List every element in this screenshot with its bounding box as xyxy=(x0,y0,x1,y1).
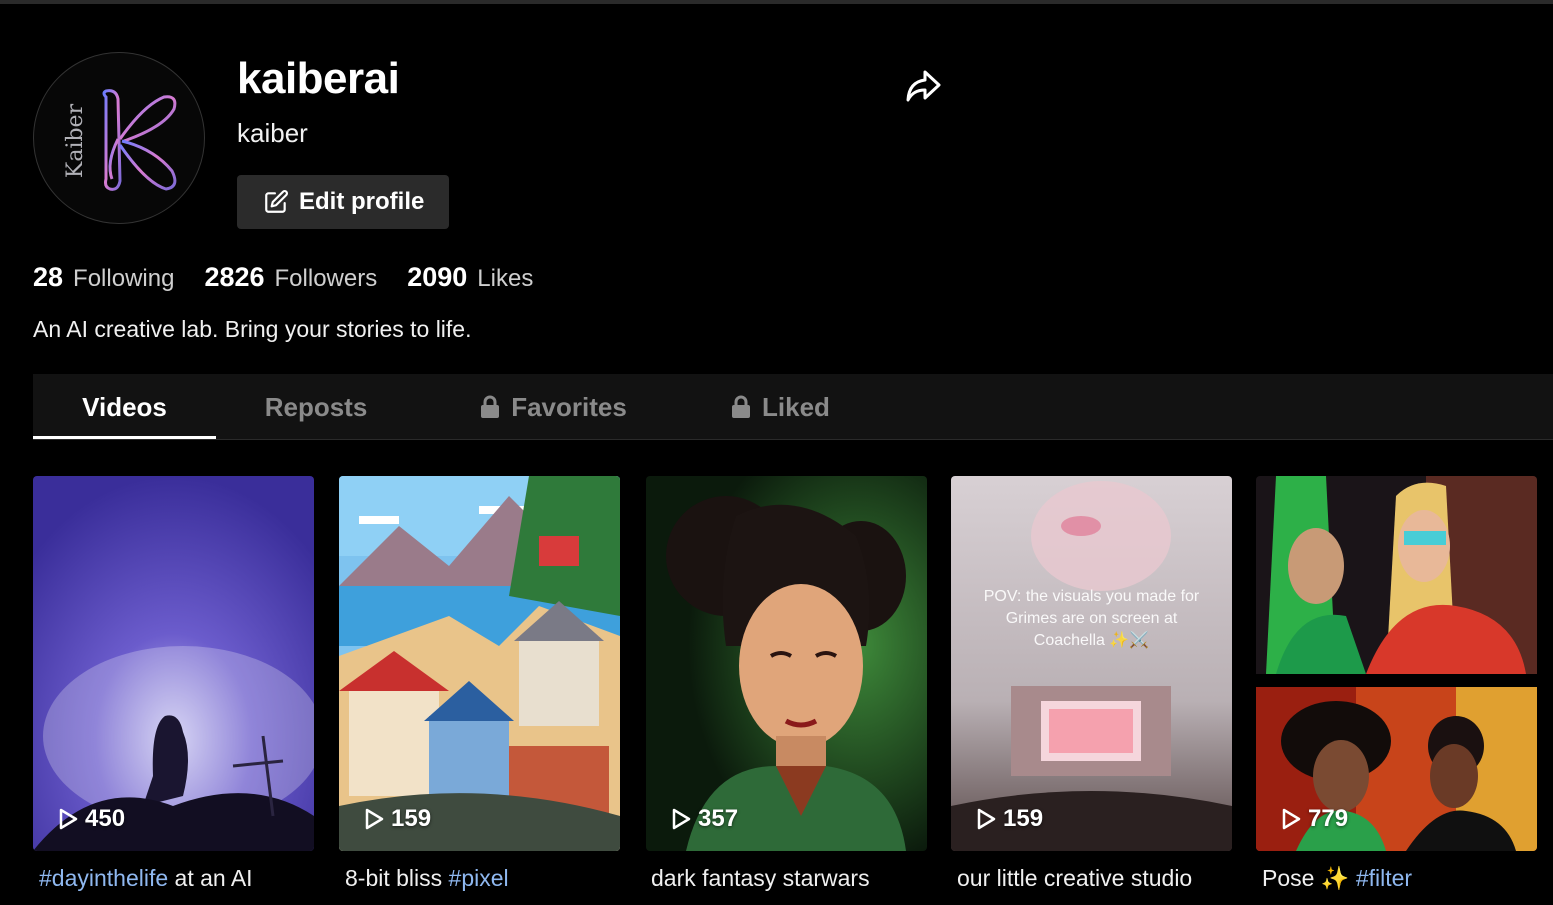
video-card[interactable]: 779 xyxy=(1256,476,1537,851)
view-count: 357 xyxy=(670,805,738,833)
video-thumbnail xyxy=(1256,476,1537,851)
view-count: 450 xyxy=(57,805,125,833)
view-count: 159 xyxy=(975,805,1043,833)
tab-liked[interactable]: Liked xyxy=(700,374,860,440)
view-count-value: 159 xyxy=(1003,805,1044,832)
top-border xyxy=(0,0,1553,4)
video-caption[interactable]: our little creative studio xyxy=(957,862,1238,894)
tab-favorites[interactable]: Favorites xyxy=(453,374,653,440)
stat-following[interactable]: 28 Following xyxy=(33,262,174,293)
likes-count: 2090 xyxy=(407,262,468,292)
view-count-value: 357 xyxy=(698,805,739,832)
caption-text: our little creative studio xyxy=(957,865,1193,891)
kaiber-logo: Kaiber xyxy=(63,89,177,191)
view-count: 779 xyxy=(1280,805,1348,833)
view-count-value: 779 xyxy=(1308,805,1349,832)
lock-icon xyxy=(730,395,752,419)
profile-bio: An AI creative lab. Bring your stories t… xyxy=(33,316,472,342)
video-card[interactable]: 450 xyxy=(33,476,314,851)
view-count: 159 xyxy=(363,805,431,833)
followers-count: 2826 xyxy=(204,262,265,292)
stat-followers[interactable]: 2826 Followers xyxy=(204,262,377,293)
play-icon xyxy=(57,807,79,831)
view-count-value: 450 xyxy=(85,805,126,832)
followers-label: Followers xyxy=(274,265,378,292)
tab-reposts[interactable]: Reposts xyxy=(216,374,416,440)
play-icon xyxy=(670,807,692,831)
play-icon xyxy=(1280,807,1302,831)
caption-text: Pose ✨ xyxy=(1262,865,1356,891)
edit-icon xyxy=(263,189,289,215)
video-card[interactable]: 357 xyxy=(646,476,927,851)
profile-tabs: Videos Reposts Favorites Liked xyxy=(33,374,1553,440)
tab-label: Liked xyxy=(762,391,830,422)
stat-likes: 2090 Likes xyxy=(407,262,533,293)
video-card[interactable]: POV: the visuals you made for Grimes are… xyxy=(951,476,1232,851)
hashtag-link[interactable]: #pixel xyxy=(449,865,509,891)
lock-icon xyxy=(479,395,501,419)
profile-stats: 28 Following 2826 Followers 2090 Likes xyxy=(33,262,563,293)
likes-label: Likes xyxy=(477,265,534,292)
avatar[interactable]: Kaiber xyxy=(33,52,205,224)
video-caption[interactable]: 8-bit bliss #pixel xyxy=(345,862,626,894)
video-overlay-text: POV: the visuals you made for Grimes are… xyxy=(983,588,1200,649)
video-caption[interactable]: Pose ✨ #filter xyxy=(1262,862,1543,894)
edit-profile-button[interactable]: Edit profile xyxy=(237,175,449,229)
avatar-wordmark: Kaiber xyxy=(63,103,88,178)
video-caption[interactable]: #dayinthelife at an AI xyxy=(39,862,320,894)
play-icon xyxy=(363,807,385,831)
caption-text: dark fantasy starwars xyxy=(651,865,870,891)
caption-text: at an AI xyxy=(168,865,253,891)
video-caption[interactable]: dark fantasy starwars xyxy=(651,862,932,894)
hashtag-link[interactable]: #filter xyxy=(1356,865,1412,891)
following-count: 28 xyxy=(33,262,64,292)
caption-text: 8-bit bliss xyxy=(345,865,449,891)
tab-label: Reposts xyxy=(264,391,368,422)
tab-label: Videos xyxy=(82,391,167,422)
following-label: Following xyxy=(73,265,175,292)
video-thumbnail xyxy=(646,476,927,851)
edit-profile-label: Edit profile xyxy=(299,188,425,215)
tab-videos[interactable]: Videos xyxy=(33,374,216,440)
video-card[interactable]: 159 xyxy=(339,476,620,851)
play-icon xyxy=(975,807,997,831)
hashtag-link[interactable]: #dayinthelife xyxy=(39,865,168,891)
video-thumbnail xyxy=(33,476,314,851)
profile-username: kaiberai xyxy=(237,54,400,103)
video-thumbnail xyxy=(951,476,1232,851)
share-icon[interactable] xyxy=(903,68,943,104)
video-thumbnail xyxy=(339,476,620,851)
profile-nickname: kaiber xyxy=(237,118,308,148)
tab-label: Favorites xyxy=(511,391,627,422)
active-tab-indicator xyxy=(33,436,216,439)
view-count-value: 159 xyxy=(391,805,432,832)
